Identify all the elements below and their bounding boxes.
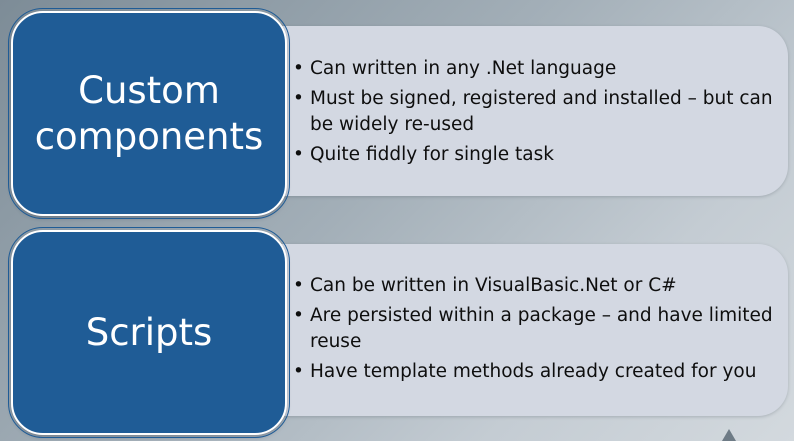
scripts-label-box: Scripts — [8, 227, 290, 438]
custom-components-label: Custom components — [35, 68, 264, 160]
scripts-label: Scripts — [86, 310, 213, 356]
bullet-item: Can be written in VisualBasic.Net or C# — [293, 273, 773, 299]
custom-components-row: Custom components Can written in any .Ne… — [0, 0, 794, 220]
bullet-item: Quite fiddly for single task — [293, 142, 773, 168]
decorative-marker-icon — [722, 429, 736, 441]
custom-components-label-box: Custom components — [8, 8, 290, 219]
scripts-label-line: Scripts — [85, 310, 213, 354]
custom-components-bullet-list: Can written in any .Net language Must be… — [293, 56, 773, 172]
bullet-item: Are persisted within a package – and hav… — [293, 303, 773, 355]
scripts-row: Scripts Can be written in VisualBasic.Ne… — [0, 222, 794, 441]
scripts-bullet-list: Can be written in VisualBasic.Net or C# … — [293, 273, 773, 389]
custom-components-label-line: Custom — [78, 68, 220, 112]
bullet-item: Have template methods already created fo… — [293, 359, 773, 385]
bullet-item: Must be signed, registered and installed… — [293, 86, 773, 138]
custom-components-label-line: components — [34, 114, 264, 158]
bullet-item: Can written in any .Net language — [293, 56, 773, 82]
